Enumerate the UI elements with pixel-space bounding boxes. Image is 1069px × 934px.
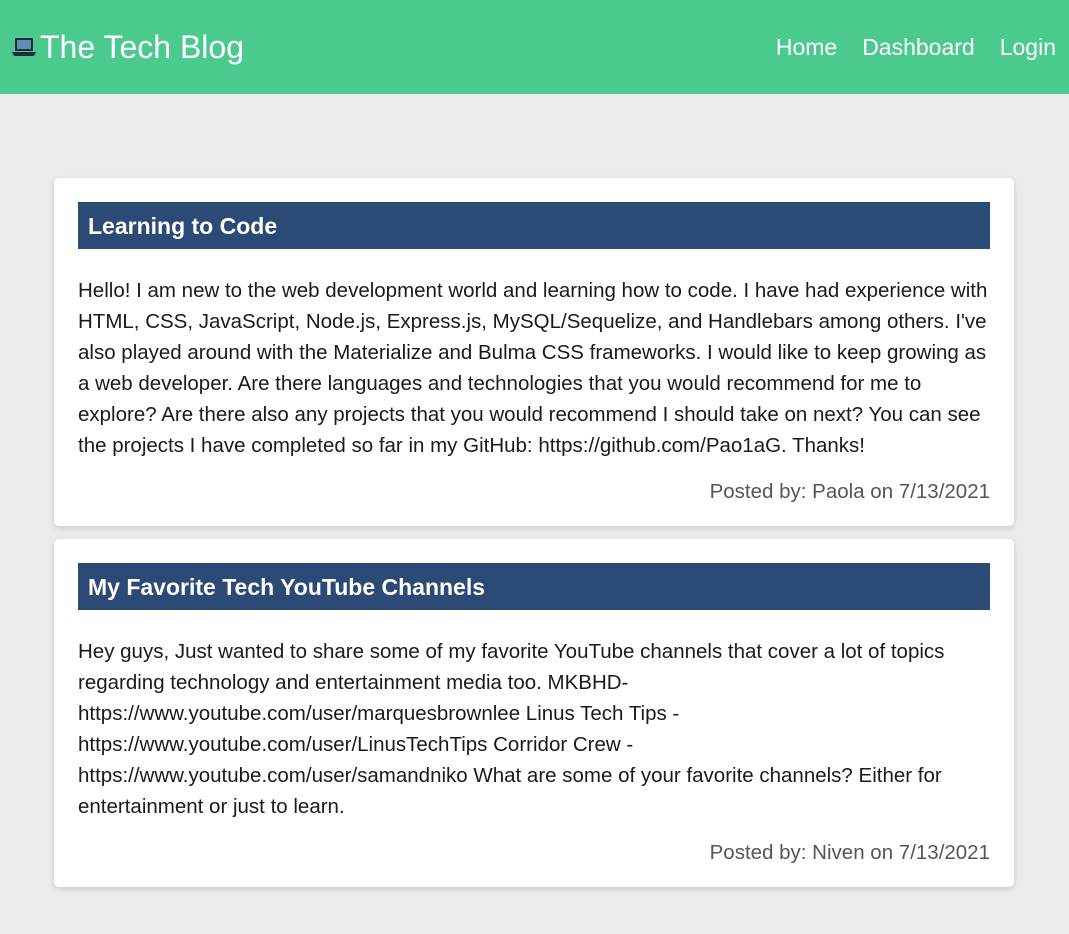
post-meta: Posted by: Paola on 7/13/2021 [709,480,990,503]
post-body: Hey guys, Just wanted to share some of m… [78,640,945,818]
post-list: Learning to Code Hello! I am new to the … [0,94,1069,887]
brand-link[interactable]: The Tech Blog [10,29,244,66]
main-nav: Home Dashboard Login [751,34,1056,61]
navbar: The Tech Blog Home Dashboard Login [0,0,1069,94]
post-body: Hello! I am new to the web development w… [78,279,988,457]
nav-login-link[interactable]: Login [1000,34,1056,61]
brand-title: The Tech Blog [40,28,244,65]
post-card: Learning to Code Hello! I am new to the … [54,178,1014,526]
post-title[interactable]: My Favorite Tech YouTube Channels [78,563,990,610]
nav-home-link[interactable]: Home [776,34,837,61]
post-card: My Favorite Tech YouTube Channels Hey gu… [54,539,1014,887]
nav-dashboard-link[interactable]: Dashboard [862,34,975,61]
post-meta: Posted by: Niven on 7/13/2021 [709,841,990,864]
laptop-icon [10,35,38,59]
post-title[interactable]: Learning to Code [78,202,990,249]
